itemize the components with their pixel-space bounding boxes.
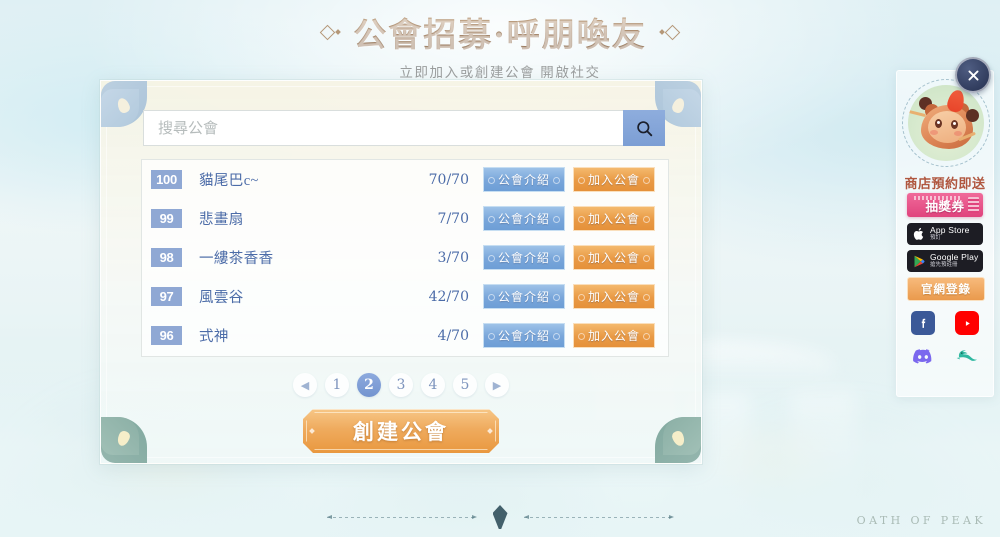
- official-site-label: 官網登錄: [921, 284, 971, 296]
- create-guild-button[interactable]: 創建公會: [303, 409, 499, 453]
- google-play-title: Google Play: [930, 252, 979, 263]
- apple-icon: [913, 227, 924, 240]
- app-root: 公會招募·呼朋喚友 立即加入或創建公會 開啟社交 搜尋公會 100 貓尾巴c~ …: [0, 0, 1000, 537]
- pagination: ◀ 1 2 3 4 5 ▶: [101, 373, 701, 397]
- guild-member-count: 4/70: [437, 327, 469, 344]
- table-row: 98 一縷茶香香 3/70 公會介紹 加入公會: [142, 238, 668, 277]
- guild-row-actions: 公會介紹 加入公會: [483, 245, 655, 270]
- page-title: 公會招募·呼朋喚友: [353, 8, 647, 56]
- app-store-subtitle: 預訂: [930, 235, 942, 242]
- guild-row-actions: 公會介紹 加入公會: [483, 284, 655, 309]
- guild-rank-badge: 98: [151, 248, 182, 267]
- guild-panel: 100貓尾巴c~70/70公會介紹加入公會99悲畫扇7/70公會介紹加入公會98…: [100, 80, 702, 464]
- table-row: 100 貓尾巴c~ 70/70 公會介紹 加入公會: [142, 160, 668, 199]
- page-subtitle: 立即加入或創建公會 開啟社交: [399, 65, 601, 80]
- table-row: 99 悲畫扇 7/70 公會介紹 加入公會: [142, 199, 668, 238]
- guild-join-button[interactable]: 加入公會: [573, 206, 655, 231]
- ticket-stub-icon: [968, 197, 979, 213]
- guild-member-count: 7/70: [437, 210, 469, 227]
- discord-icon[interactable]: [911, 344, 935, 368]
- search-input[interactable]: [143, 110, 623, 146]
- pagination-page-5[interactable]: 5: [453, 373, 477, 397]
- guild-join-button[interactable]: 加入公會: [573, 323, 655, 348]
- bird-icon[interactable]: [955, 344, 979, 368]
- close-button[interactable]: [955, 57, 991, 93]
- guild-row-actions: 公會介紹 加入公會: [483, 206, 655, 231]
- google-play-button[interactable]: Google Play 搶先預註冊: [907, 250, 983, 272]
- guild-join-button[interactable]: 加入公會: [573, 284, 655, 309]
- guild-name: 式神: [199, 329, 229, 345]
- lottery-ticket-button[interactable]: 抽獎券: [907, 193, 983, 217]
- pagination-page-3[interactable]: 3: [389, 373, 413, 397]
- search-button[interactable]: [623, 110, 665, 146]
- table-row: 97 風雲谷 42/70 公會介紹 加入公會: [142, 277, 668, 316]
- watermark: OATH OF PEAK: [856, 514, 986, 527]
- guild-join-button[interactable]: 加入公會: [573, 167, 655, 192]
- divider-line-left: [326, 514, 477, 519]
- table-row: 96 式神 4/70 公會介紹 加入公會: [142, 316, 668, 355]
- promo-title: 商店預約即送: [904, 176, 986, 191]
- guild-member-count: 3/70: [437, 249, 469, 266]
- google-play-subtitle: 搶先預註冊: [930, 262, 958, 269]
- promo-sidebar: 商店預約即送 抽獎券 App Store 預訂 Google Play 搶先預註…: [896, 57, 994, 397]
- app-store-title: App Store: [930, 225, 970, 236]
- pavilion-pillar-c: [790, 391, 856, 511]
- guild-row-actions: 公會介紹 加入公會: [483, 323, 655, 348]
- corner-ornament-top-left: [101, 81, 147, 127]
- search-icon: [636, 120, 652, 136]
- search-bar: [143, 110, 665, 146]
- google-play-icon: [914, 255, 925, 267]
- app-store-text: App Store 預訂: [930, 226, 970, 242]
- pagination-page-1[interactable]: 1: [325, 373, 349, 397]
- bottom-divider: [0, 505, 1000, 529]
- guild-info-button[interactable]: 公會介紹: [483, 167, 565, 192]
- pagination-next-button[interactable]: ▶: [485, 373, 509, 397]
- create-guild-label: 創建公會: [353, 420, 449, 444]
- guild-list: 100 貓尾巴c~ 70/70 公會介紹 加入公會 99 悲畫扇 7/70 公會介紹 加入公會 98…: [141, 159, 669, 357]
- guild-rank-badge: 100: [151, 170, 182, 189]
- guild-name: 悲畫扇: [199, 212, 244, 228]
- app-store-button[interactable]: App Store 預訂: [907, 223, 983, 245]
- guild-name: 貓尾巴c~: [199, 173, 259, 189]
- pagination-page-2[interactable]: 2: [357, 373, 381, 397]
- diamond-ornament-right-icon: [658, 24, 681, 40]
- mascot-avatar: [908, 85, 984, 161]
- guild-rank-badge: 96: [151, 326, 182, 345]
- guild-name: 風雲谷: [199, 290, 244, 306]
- create-button-wrap: 創建公會: [101, 409, 701, 453]
- title-row: 公會招募·呼朋喚友: [0, 8, 1000, 56]
- pagination-page-4[interactable]: 4: [421, 373, 445, 397]
- guild-join-button[interactable]: 加入公會: [573, 245, 655, 270]
- facebook-icon[interactable]: [911, 311, 935, 335]
- youtube-icon[interactable]: [955, 311, 979, 335]
- guild-row-actions: 公會介紹 加入公會: [483, 167, 655, 192]
- official-site-button[interactable]: 官網登錄: [907, 277, 985, 301]
- guild-member-count: 70/70: [428, 171, 469, 188]
- diamond-ornament-left-icon: [319, 24, 342, 40]
- ticket-texture: [914, 196, 960, 200]
- guild-rank-badge: 97: [151, 287, 182, 306]
- close-icon: [968, 70, 978, 80]
- guild-info-button[interactable]: 公會介紹: [483, 245, 565, 270]
- google-play-text: Google Play 搶先預註冊: [930, 253, 979, 269]
- guild-member-count: 42/70: [428, 288, 469, 305]
- page-header: 公會招募·呼朋喚友 立即加入或創建公會 開啟社交: [0, 8, 1000, 81]
- guild-rank-badge: 99: [151, 209, 182, 228]
- divider-line-right: [523, 514, 674, 519]
- guild-info-button[interactable]: 公會介紹: [483, 323, 565, 348]
- social-links: [907, 311, 983, 368]
- divider-diamond-icon: [492, 505, 508, 529]
- guild-name: 一縷茶香香: [199, 251, 274, 267]
- guild-info-button[interactable]: 公會介紹: [483, 206, 565, 231]
- pagination-prev-button[interactable]: ◀: [293, 373, 317, 397]
- guild-info-button[interactable]: 公會介紹: [483, 284, 565, 309]
